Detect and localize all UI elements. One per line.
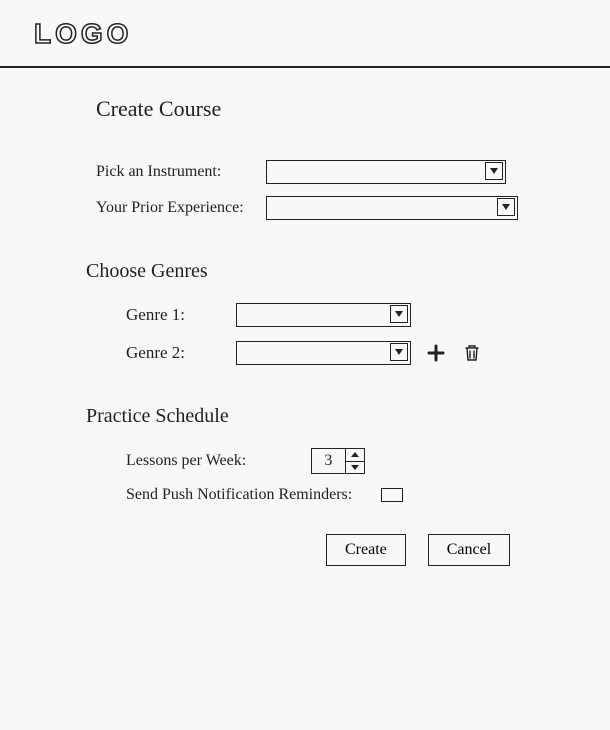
logo: LOGO	[34, 18, 132, 49]
genre-1-label: Genre 1:	[126, 305, 236, 325]
delete-genre-icon[interactable]	[461, 342, 483, 364]
experience-select[interactable]	[266, 196, 518, 220]
add-genre-icon[interactable]	[425, 342, 447, 364]
chevron-down-icon	[485, 162, 503, 180]
genre-2-select[interactable]	[236, 341, 411, 365]
lessons-value: 3	[312, 449, 345, 473]
genre-1-select[interactable]	[236, 303, 411, 327]
stepper-down-icon[interactable]	[346, 462, 364, 474]
chevron-down-icon	[390, 343, 408, 361]
schedule-section-title: Practice Schedule	[86, 405, 570, 428]
instrument-label: Pick an Instrument:	[96, 163, 266, 181]
genre-2-label: Genre 2:	[126, 343, 236, 363]
chevron-down-icon	[497, 198, 515, 216]
genres-section-title: Choose Genres	[86, 260, 570, 283]
reminders-label: Send Push Notification Reminders:	[126, 486, 381, 504]
page-title: Create Course	[96, 96, 570, 122]
experience-label: Your Prior Experience:	[96, 199, 266, 217]
create-button[interactable]: Create	[326, 534, 406, 566]
lessons-stepper[interactable]: 3	[311, 448, 365, 474]
chevron-down-icon	[390, 305, 408, 323]
instrument-select[interactable]	[266, 160, 506, 184]
lessons-label: Lessons per Week:	[126, 452, 311, 470]
stepper-up-icon[interactable]	[346, 449, 364, 462]
reminders-checkbox[interactable]	[381, 488, 403, 502]
cancel-button[interactable]: Cancel	[428, 534, 510, 566]
